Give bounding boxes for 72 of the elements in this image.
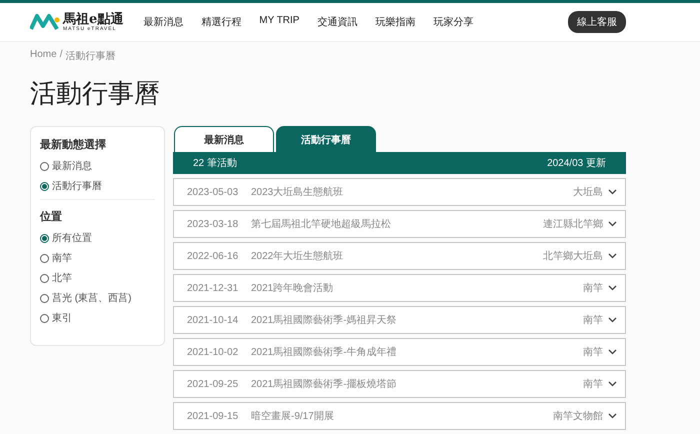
event-location: 南竿 [583, 378, 603, 391]
logo-icon [30, 13, 60, 31]
radio-label[interactable]: 莒光 (東莒、西莒) [52, 291, 132, 305]
event-location: 南竿文物館 [553, 410, 603, 423]
event-row[interactable]: 2022-06-16 2022年大坵生態航班 北竿鄉大坵島 [173, 242, 626, 270]
event-title: 2021馬祖國際藝術季-擺板燒塔節 [251, 378, 398, 391]
event-row[interactable]: 2023-05-03 2023大坵島生態航班 大坵島 [173, 178, 626, 206]
radio-label[interactable]: 北竿 [52, 271, 72, 285]
chevron-down-icon [608, 253, 617, 259]
breadcrumb-item: 活動行事曆 [65, 50, 116, 63]
event-date: 2021-12-31 [187, 282, 240, 294]
nav-link[interactable]: 交通資訊 [317, 15, 358, 29]
chevron-down-icon [608, 381, 617, 387]
service-button[interactable]: 線上客服 [568, 11, 626, 33]
filter-heading: 位置 [40, 210, 63, 224]
event-title: 第七屆馬祖北竿硬地超級馬拉松 [251, 218, 392, 231]
event-title: 2021馬祖國際藝術季-牛角成年禮 [251, 346, 398, 359]
event-row[interactable]: 2021-09-15 暗空畫展-9/17開展 南竿文物館 [173, 402, 626, 430]
radio-button[interactable] [40, 314, 49, 322]
radio-button[interactable] [40, 274, 49, 282]
event-date: 2023-05-03 [187, 186, 240, 198]
filter-heading: 最新動態選擇 [40, 138, 107, 152]
event-title: 2021馬祖國際藝術季-媽祖昇天祭 [251, 314, 398, 327]
radio-button[interactable] [40, 162, 49, 170]
nav-link[interactable]: 最新消息 [143, 15, 184, 29]
event-row[interactable]: 2021-10-02 2021馬祖國際藝術季-牛角成年禮 南竿 [173, 338, 626, 366]
event-title: 暗空畫展-9/17開展 [251, 410, 335, 423]
radio-label[interactable]: 東引 [52, 311, 72, 325]
event-row[interactable]: 2021-12-31 2021跨年晚會活動 南竿 [173, 274, 626, 302]
event-date: 2021-10-02 [187, 346, 240, 358]
event-title: 2023大坵島生態航班 [251, 186, 344, 199]
radio-button[interactable] [40, 294, 49, 302]
event-date: 2021-09-25 [187, 378, 240, 390]
logo-text: 馬祖e點通 [63, 12, 124, 26]
event-location: 大坵島 [573, 186, 603, 199]
event-row[interactable]: 2021-09-25 2021馬祖國際藝術季-擺板燒塔節 南竿 [173, 370, 626, 398]
chevron-down-icon [608, 413, 617, 419]
chevron-down-icon [608, 221, 617, 227]
event-title: 2021跨年晚會活動 [251, 282, 334, 295]
nav-link[interactable]: MY TRIP [259, 15, 300, 29]
event-location: 南竿 [583, 314, 603, 327]
event-location: 連江縣北竿鄉 [543, 218, 603, 231]
radio-label[interactable]: 所有位置 [52, 231, 92, 245]
nav-link[interactable]: 玩樂指南 [375, 15, 416, 29]
tab[interactable]: 最新消息 [174, 126, 274, 152]
radio-button[interactable] [40, 254, 49, 262]
breadcrumb-separator: / [60, 49, 62, 62]
event-title: 2022年大坵生態航班 [251, 250, 344, 263]
event-date: 2023-03-18 [187, 218, 240, 230]
radio-label[interactable]: 最新消息 [52, 159, 92, 173]
event-location: 南竿 [583, 346, 603, 359]
tab[interactable]: 活動行事曆 [276, 126, 376, 152]
update-date: 2024/03 更新 [547, 156, 606, 170]
page-title: 活動行事曆 [30, 77, 161, 110]
event-row[interactable]: 2021-10-14 2021馬祖國際藝術季-媽祖昇天祭 南竿 [173, 306, 626, 334]
event-date: 2021-09-15 [187, 410, 240, 422]
radio-button[interactable] [40, 182, 49, 190]
event-row[interactable]: 2023-03-18 第七屆馬祖北竿硬地超級馬拉松 連江縣北竿鄉 [173, 210, 626, 238]
event-location: 北竿鄉大坵島 [543, 250, 603, 263]
radio-label[interactable]: 南竿 [52, 251, 72, 265]
radio-button[interactable] [40, 234, 49, 242]
event-date: 2022-06-16 [187, 250, 240, 262]
chevron-down-icon [608, 285, 617, 291]
nav-link[interactable]: 玩家分享 [433, 15, 474, 29]
nav-link[interactable]: 精選行程 [201, 15, 242, 29]
event-location: 南竿 [583, 282, 603, 295]
event-date: 2021-10-14 [187, 314, 240, 326]
radio-label[interactable]: 活動行事曆 [52, 179, 102, 193]
chevron-down-icon [608, 189, 617, 195]
chevron-down-icon [608, 349, 617, 355]
chevron-down-icon [608, 317, 617, 323]
event-count: 22 筆活動 [193, 157, 237, 170]
